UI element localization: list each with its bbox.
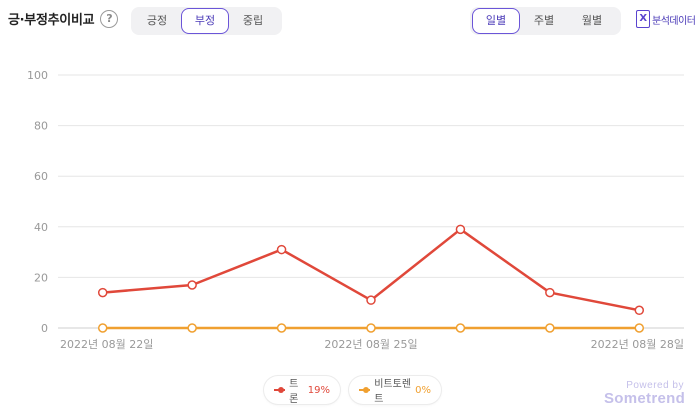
legend-item-series-2[interactable]: 비트토렌트 0% bbox=[349, 376, 441, 405]
legend-marker bbox=[359, 387, 371, 393]
y-tick-label: 20 bbox=[34, 271, 48, 284]
legend-marker bbox=[274, 387, 286, 393]
data-point bbox=[187, 323, 197, 333]
data-point bbox=[634, 323, 645, 333]
data-point bbox=[545, 287, 555, 298]
legend-item-series-1[interactable]: 트론 19% bbox=[264, 376, 340, 405]
line-chart: 0 20 40 60 80 100 2022년 08월 22일 2022년 08월 25일 20… bbox=[27, 69, 684, 351]
y-tick-label: 100 bbox=[27, 69, 48, 82]
x-tick-label: 2022년 08월 22일 bbox=[60, 337, 153, 351]
x-tick-label: 2022년 08월 28일 bbox=[591, 337, 684, 351]
data-point bbox=[97, 323, 108, 333]
data-point bbox=[366, 295, 376, 305]
y-tick-label: 40 bbox=[34, 221, 48, 234]
data-point bbox=[276, 323, 287, 333]
data-point bbox=[455, 224, 466, 235]
legend-label: 트론 bbox=[289, 379, 299, 405]
legend-percent: 0% bbox=[415, 384, 431, 396]
y-tick-label: 0 bbox=[41, 322, 48, 335]
data-point bbox=[276, 244, 287, 255]
powered-by-logo: Powered by Sometrend bbox=[604, 380, 686, 407]
data-point bbox=[634, 305, 645, 316]
data-point bbox=[455, 323, 466, 333]
data-point bbox=[187, 280, 197, 290]
legend-percent: 19% bbox=[307, 384, 330, 396]
data-point bbox=[545, 323, 555, 333]
x-tick-label: 2022년 08월 25일 bbox=[324, 337, 417, 351]
data-point bbox=[366, 323, 376, 333]
legend-label: 비트토렌트 bbox=[374, 379, 412, 405]
brand-name: Sometrend bbox=[604, 390, 686, 407]
data-point bbox=[97, 287, 108, 298]
y-tick-label: 60 bbox=[34, 170, 48, 183]
y-tick-label: 80 bbox=[34, 120, 48, 133]
